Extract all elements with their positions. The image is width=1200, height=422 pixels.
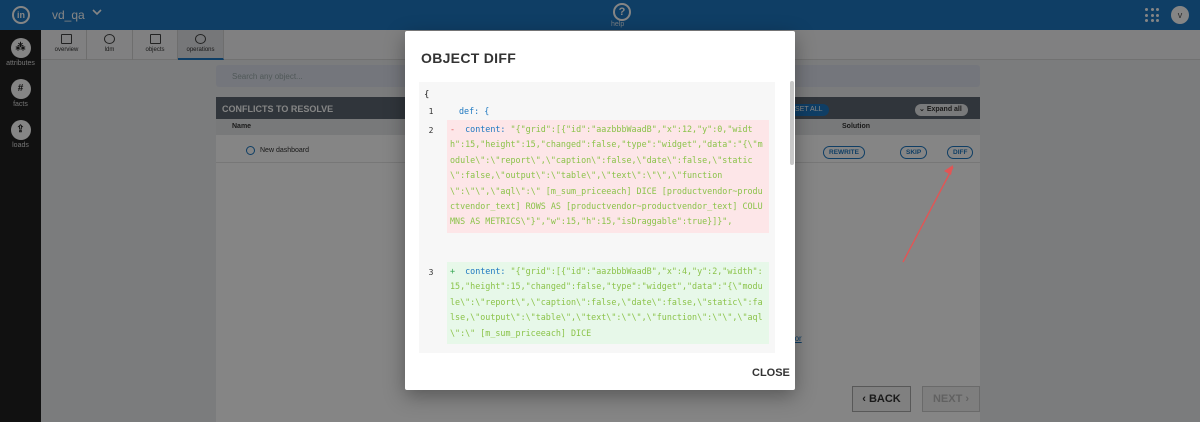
line-number: 1 (428, 107, 434, 116)
diff-value: "{"grid":[{"id":"aazbbbWaadB","x":4,"y":… (450, 266, 763, 338)
diff-key: content: (465, 266, 506, 276)
diff-line-1: def: { (459, 106, 490, 116)
plus-sign: + (450, 266, 456, 276)
dialog-title: OBJECT DIFF (421, 50, 517, 66)
added-line: + content: "{"grid":[{"id":"aazbbbWaadB"… (447, 262, 769, 345)
minus-sign: - (450, 124, 456, 134)
line-number: 3 (428, 268, 434, 277)
close-button[interactable]: CLOSE (752, 367, 790, 379)
open-brace: { (424, 90, 430, 100)
object-diff-dialog: OBJECT DIFF { 1 def: { 2 - content: "{"g… (405, 31, 795, 390)
diff-value: "{"grid":[{"id":"aazbbbWaadB","x":12,"y"… (450, 124, 763, 227)
removed-line: - content: "{"grid":[{"id":"aazbbbWaadB"… (447, 120, 769, 233)
line-number: 2 (428, 126, 434, 135)
diff-viewer[interactable]: { 1 def: { 2 - content: "{"grid":[{"id":… (419, 82, 775, 353)
diff-scrollbar[interactable] (790, 81, 794, 165)
diff-key: content: (465, 124, 506, 134)
